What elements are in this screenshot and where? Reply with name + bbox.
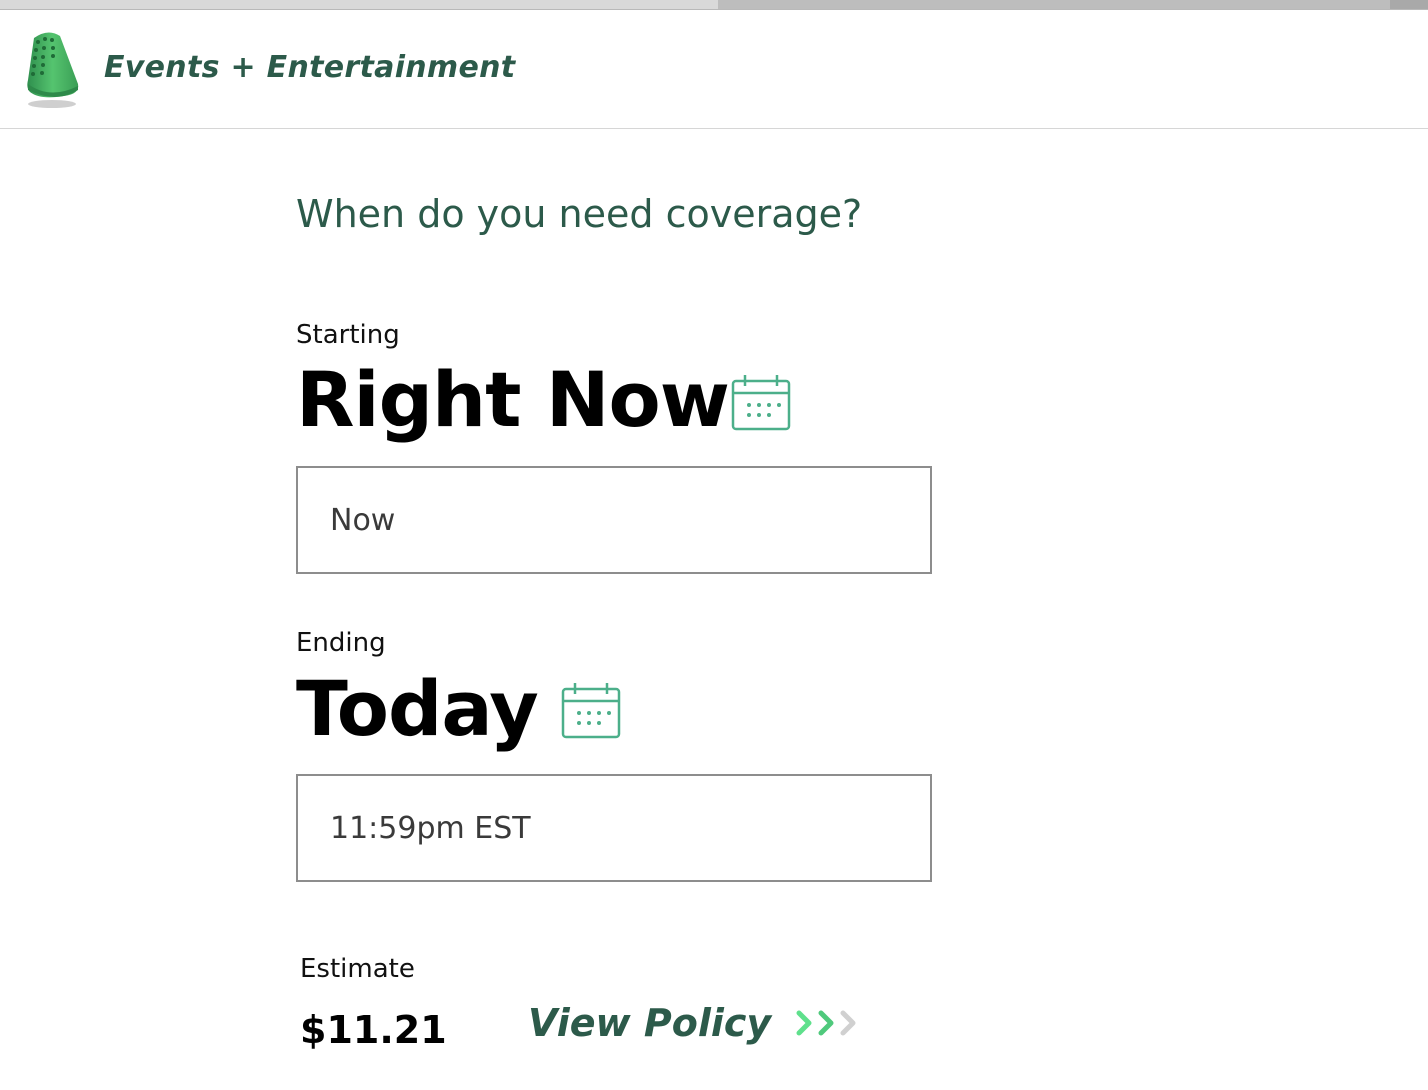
- end-calendar-icon[interactable]: [560, 681, 622, 741]
- end-time-field[interactable]: [296, 774, 932, 882]
- start-time-field[interactable]: [296, 466, 932, 574]
- page-question: When do you need coverage?: [296, 192, 863, 236]
- start-label: Starting: [296, 320, 400, 350]
- browser-tab-strip: [718, 0, 1390, 9]
- view-policy-label: View Policy: [528, 1001, 772, 1045]
- site-header: Events + Entertainment: [0, 10, 1428, 129]
- end-label: Ending: [296, 628, 386, 658]
- estimate-label: Estimate: [300, 954, 415, 984]
- browser-tab-strip-end: [1390, 0, 1428, 9]
- estimate-value: $11.21: [300, 1008, 447, 1052]
- start-calendar-icon[interactable]: [730, 373, 792, 433]
- coverage-form: When do you need coverage? Starting Righ…: [296, 130, 996, 1080]
- start-time-input[interactable]: [330, 468, 910, 572]
- browser-top-strip: [0, 0, 1428, 10]
- end-time-input[interactable]: [330, 776, 910, 880]
- thimble-logo-icon[interactable]: [20, 28, 82, 114]
- chevrons-right-icon: [793, 1005, 865, 1041]
- start-title: Right Now: [296, 355, 730, 444]
- brand-title: Events + Entertainment: [104, 50, 516, 85]
- end-title: Today: [296, 664, 539, 753]
- view-policy-link[interactable]: View Policy: [528, 998, 865, 1048]
